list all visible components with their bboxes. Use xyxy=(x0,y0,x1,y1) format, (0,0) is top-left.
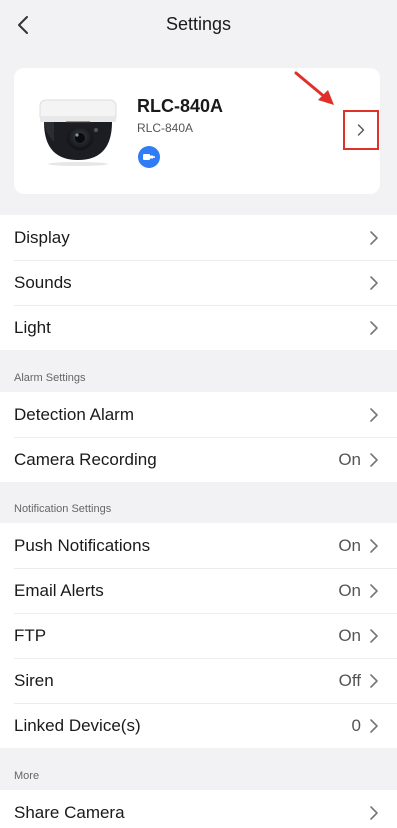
row-label: Push Notifications xyxy=(14,535,151,555)
row-value: On xyxy=(338,535,361,555)
chevron-right-icon xyxy=(370,719,378,733)
chevron-right-icon xyxy=(370,806,378,820)
chevron-right-icon xyxy=(370,584,378,598)
section-label-notification: Notification Settings xyxy=(14,503,112,515)
ftp-row[interactable]: FTP On xyxy=(0,613,397,658)
row-label: FTP xyxy=(14,625,47,645)
more-settings-group: Share Camera xyxy=(0,790,397,828)
detection-alarm-row[interactable]: Detection Alarm xyxy=(0,392,397,437)
chevron-right-icon xyxy=(370,231,378,245)
row-label: Detection Alarm xyxy=(14,404,134,424)
chevron-right-icon xyxy=(370,453,378,467)
chevron-right-icon xyxy=(357,124,365,136)
share-camera-row[interactable]: Share Camera xyxy=(0,790,397,828)
chevron-right-icon xyxy=(370,674,378,688)
display-row[interactable]: Display xyxy=(0,215,397,260)
row-label: Share Camera xyxy=(14,802,125,822)
section-label-alarm: Alarm Settings xyxy=(14,372,86,384)
row-label: Display xyxy=(14,227,70,247)
connection-badge xyxy=(138,146,160,168)
alarm-settings-group: Detection Alarm Camera Recording On xyxy=(0,392,397,482)
ethernet-plug-icon xyxy=(143,154,155,160)
notification-settings-group: Push Notifications On Email Alerts On FT… xyxy=(0,523,397,748)
dome-camera-image xyxy=(39,99,117,166)
device-details-button[interactable] xyxy=(343,110,379,150)
row-value: 0 xyxy=(351,715,361,735)
row-value: Off xyxy=(338,670,361,690)
device-model: RLC-840A xyxy=(137,121,194,135)
row-label: Siren xyxy=(14,670,54,690)
row-label: Light xyxy=(14,317,51,337)
row-label: Sounds xyxy=(14,272,72,292)
header-bar: Settings xyxy=(0,0,397,50)
siren-row[interactable]: Siren Off xyxy=(0,658,397,703)
page-title: Settings xyxy=(165,14,232,34)
push-notifications-row[interactable]: Push Notifications On xyxy=(0,523,397,568)
row-value: On xyxy=(338,580,361,600)
section-label-more: More xyxy=(14,770,40,782)
row-label: Email Alerts xyxy=(14,580,104,600)
row-value: On xyxy=(338,625,361,645)
sounds-row[interactable]: Sounds xyxy=(0,260,397,305)
email-alerts-row[interactable]: Email Alerts On xyxy=(0,568,397,613)
chevron-right-icon xyxy=(370,629,378,643)
row-value: On xyxy=(338,449,361,469)
linked-devices-row[interactable]: Linked Device(s) 0 xyxy=(0,703,397,748)
row-label: Camera Recording xyxy=(14,449,157,469)
light-row[interactable]: Light xyxy=(0,305,397,350)
camera-recording-row[interactable]: Camera Recording On xyxy=(0,437,397,482)
general-settings-group: Display Sounds Light xyxy=(0,215,397,350)
annotation-arrow-icon xyxy=(294,71,334,105)
chevron-right-icon xyxy=(370,539,378,553)
chevron-right-icon xyxy=(370,408,378,422)
row-label: Linked Device(s) xyxy=(14,715,141,735)
chevron-right-icon xyxy=(370,276,378,290)
device-name: RLC-840A xyxy=(137,96,224,116)
chevron-right-icon xyxy=(370,321,378,335)
